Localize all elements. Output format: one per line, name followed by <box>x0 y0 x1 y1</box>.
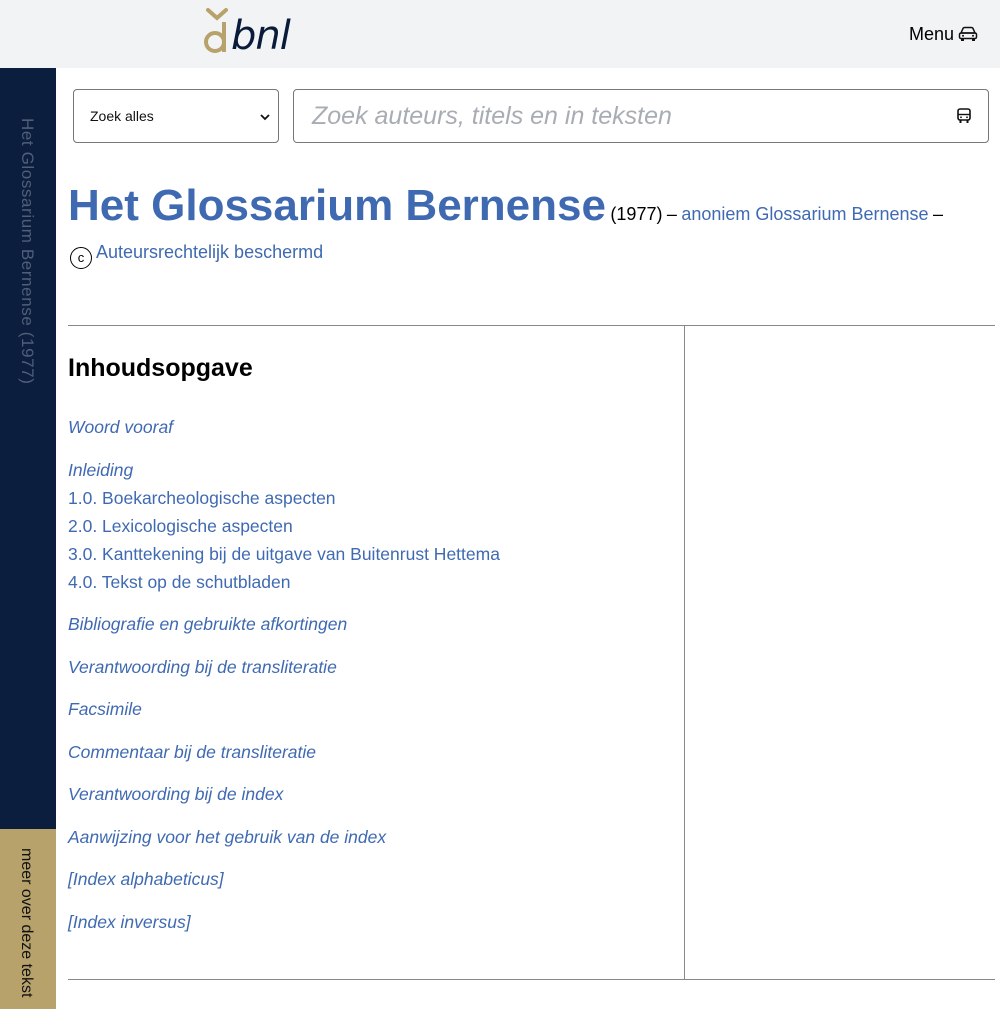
toc-subitem[interactable]: 2.0. Lexicologische aspecten <box>68 512 668 540</box>
toc-item-verantwoording-index[interactable]: Verantwoording bij de index <box>68 780 668 808</box>
divider <box>68 979 995 980</box>
bus-icon[interactable] <box>957 108 971 124</box>
logo-d-mark <box>204 8 228 53</box>
toc-subitem[interactable]: 1.0. Boekarcheologische aspecten <box>68 484 668 512</box>
car-icon <box>958 26 978 41</box>
sidebar-title: Het Glossarium Bernense (1977) <box>18 118 37 385</box>
top-bar: bnl Menu <box>0 0 1000 68</box>
work-title-block: Het Glossarium Bernense (1977) – anoniem… <box>68 184 968 272</box>
page-title: Het Glossarium Bernense <box>68 181 606 230</box>
copyright-icon: c <box>70 247 92 269</box>
menu-button[interactable]: Menu <box>909 22 978 46</box>
search-input[interactable]: Zoek auteurs, titels en in teksten <box>293 89 989 143</box>
separator-dash: – <box>932 204 943 224</box>
dbnl-logo[interactable]: bnl <box>202 4 302 60</box>
separator-dash: – <box>666 204 677 224</box>
author-link[interactable]: anoniem Glossarium Bernense <box>681 204 928 224</box>
toc-item-index-inversus[interactable]: [Index inversus] <box>68 908 668 936</box>
search-placeholder: Zoek auteurs, titels en in teksten <box>312 102 672 130</box>
logo-text: bnl <box>231 13 291 59</box>
toc-heading: Inhoudsopgave <box>68 354 253 382</box>
more-about-text-label[interactable]: meer over deze tekst <box>17 848 35 997</box>
toc-subitem[interactable]: 4.0. Tekst op de schutbladen <box>68 568 668 596</box>
column-divider <box>684 325 685 980</box>
divider <box>68 325 995 326</box>
toc-item-woord-vooraf[interactable]: Woord vooraf <box>68 413 668 441</box>
table-of-contents: Woord vooraf Inleiding 1.0. Boekarcheolo… <box>68 413 668 936</box>
toc-item-bibliografie[interactable]: Bibliografie en gebruikte afkortingen <box>68 610 668 638</box>
search-scope-value: Zoek alles <box>90 108 154 124</box>
chevron-down-icon <box>260 114 270 121</box>
toc-item-inleiding[interactable]: Inleiding <box>68 456 668 484</box>
search-scope-select[interactable]: Zoek alles <box>73 89 279 143</box>
work-year: (1977) <box>610 204 663 224</box>
toc-item-facsimile[interactable]: Facsimile <box>68 695 668 723</box>
menu-label: Menu <box>908 23 954 44</box>
toc-item-verantwoording-transliteratie[interactable]: Verantwoording bij de transliteratie <box>68 653 668 681</box>
toc-item-aanwijzing-index[interactable]: Aanwijzing voor het gebruik van de index <box>68 823 668 851</box>
toc-item-index-alphabeticus[interactable]: [Index alphabeticus] <box>68 865 668 893</box>
copyright-link[interactable]: Auteursrechtelijk beschermd <box>96 242 323 262</box>
toc-item-commentaar[interactable]: Commentaar bij de transliteratie <box>68 738 668 766</box>
toc-subitem[interactable]: 3.0. Kanttekening bij de uitgave van Bui… <box>68 540 668 568</box>
